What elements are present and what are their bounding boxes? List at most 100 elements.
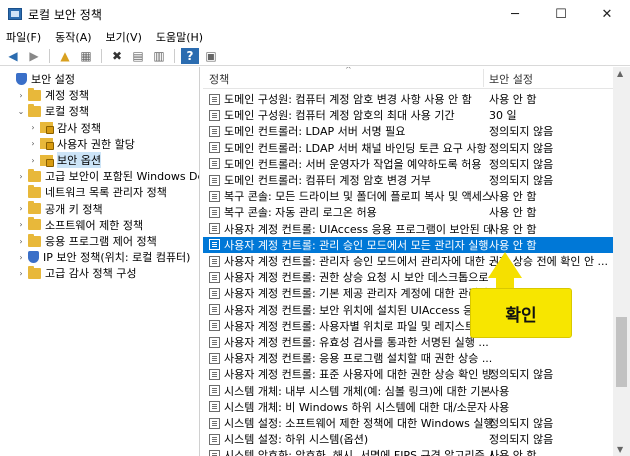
table-row[interactable]: 사용자 계정 컨트롤: UIAccess 응용 프로그램이 보안된 데스... 사…: [203, 221, 613, 237]
policy-name: 복구 콘솔: 모든 드라이브 및 폴더에 플로피 복사 및 액세스 ...: [224, 190, 492, 204]
lock-folder-icon: [40, 122, 54, 135]
close-button[interactable]: ✕: [584, 0, 630, 28]
table-row[interactable]: 복구 콘솔: 자동 관리 로그온 허용 사용 안 함: [203, 204, 613, 220]
table-row[interactable]: 시스템 설정: 하위 시스템(옵션) 정의되지 않음: [203, 431, 613, 447]
chevron-right-icon[interactable]: ›: [16, 172, 26, 181]
chevron-down-icon[interactable]: ⌄: [16, 107, 26, 116]
policy-name: 도메인 구성원: 컴퓨터 계정 암호의 최대 사용 기간: [224, 109, 455, 123]
table-row[interactable]: 사용자 계정 컨트롤: 관리 승인 모드에서 모든 관리자 실행 사용 안 함: [203, 236, 613, 253]
tree-node[interactable]: › 공개 키 정책: [16, 201, 103, 217]
table-row[interactable]: 사용자 계정 컨트롤: 응용 프로그램 설치할 때 권한 상승 ...: [203, 350, 613, 366]
tree-node-label: 사용자 권한 할당: [57, 137, 135, 151]
table-row[interactable]: 도메인 컨트롤러: 컴퓨터 계정 암호 변경 거부 정의되지 않음: [203, 172, 613, 188]
policy-name: 도메인 컨트롤러: 서버 운영자가 작업을 예약하도록 허용: [224, 157, 482, 171]
properties-icon[interactable]: ▤: [129, 48, 147, 64]
chevron-right-icon[interactable]: ›: [16, 220, 26, 229]
chevron-right-icon[interactable]: ›: [28, 123, 38, 132]
folder-icon: [28, 103, 41, 117]
chevron-right-icon[interactable]: ›: [16, 253, 26, 262]
chevron-right-icon[interactable]: ›: [28, 139, 38, 148]
up-folder-icon[interactable]: ▲: [56, 48, 74, 64]
list-header: ^ 정책 보안 설정: [203, 67, 630, 89]
tree-node[interactable]: › IP 보안 정책(위치: 로컬 컴퓨터): [16, 249, 190, 265]
policy-setting: 사용 안 함: [489, 238, 537, 252]
table-row[interactable]: 사용자 계정 컨트롤: 표준 사용자에 대한 권한 상승 확인 방법 정의되지 않…: [203, 366, 613, 382]
tree-node[interactable]: ⌄ 로컬 정책: [16, 103, 89, 119]
shield-icon: [28, 251, 39, 264]
table-row[interactable]: 시스템 개체: 내부 시스템 개체(예: 심볼 링크)에 대한 기본 ... 사용: [203, 383, 613, 399]
policy-icon: [209, 239, 220, 251]
tree-pane: 보안 설정 › 계정 정책 ⌄ 로컬 정책 › 감사 정책 › 사용자 권한 할당 › 보안 옵션 ›…: [0, 67, 200, 456]
folder-icon: [28, 201, 41, 215]
scroll-thumb[interactable]: [616, 317, 627, 387]
toolbar: ◀ ▶ ▲ ▦ ✖ ▤ ▥ ? ▣: [0, 46, 630, 66]
tree-node[interactable]: › 고급 보안이 포함된 Windows Defende: [16, 168, 199, 184]
policy-name: 도메인 구성원: 컴퓨터 계정 암호 변경 사항 사용 안 함: [224, 93, 472, 106]
table-row[interactable]: 시스템 설정: 소프트웨어 제한 정책에 대한 Windows 실행 ... 정의…: [203, 415, 613, 431]
tree-node[interactable]: › 보안 옵션: [28, 152, 101, 168]
lock-folder-icon: [40, 154, 54, 167]
title-bar: 로컬 보안 정책 ─ ☐ ✕: [0, 0, 630, 28]
policy-icon: [209, 109, 220, 121]
policy-setting: 정의되지 않음: [489, 433, 554, 447]
table-row[interactable]: 사용자 계정 컨트롤: 권한 상승 요청 시 보안 데스크톱으로 ...: [203, 269, 613, 285]
chevron-right-icon[interactable]: ›: [16, 91, 26, 100]
policy-icon: [209, 93, 220, 105]
chevron-right-icon[interactable]: ›: [16, 237, 26, 246]
chevron-right-icon[interactable]: ›: [28, 156, 38, 165]
column-divider[interactable]: [483, 69, 484, 87]
table-row[interactable]: 시스템 암호화: 암호화, 해시, 서명에 FIPS 규격 알고리즘 사용 사용 …: [203, 447, 613, 456]
tree-node-label: IP 보안 정책(위치: 로컬 컴퓨터): [43, 251, 191, 265]
menu-action[interactable]: 동작(A): [55, 29, 91, 45]
table-row[interactable]: 도메인 컨트롤러: LDAP 서버 채널 바인딩 토큰 요구 사항 정의되지 않음: [203, 140, 613, 156]
table-row[interactable]: 시스템 개체: 비 Windows 하위 시스템에 대한 대/소문자 구 ...…: [203, 399, 613, 415]
chevron-right-icon[interactable]: ›: [16, 204, 26, 213]
tree-node-label: 보안 설정: [31, 73, 75, 86]
help-icon[interactable]: ?: [181, 47, 199, 64]
toolbar-separator: [49, 48, 50, 63]
back-arrow-icon[interactable]: ◀: [4, 48, 22, 64]
menu-file[interactable]: 파일(F): [6, 29, 41, 45]
policy-setting: 정의되지 않음: [489, 157, 554, 171]
toolbar-separator: [101, 48, 102, 63]
minimize-button[interactable]: ─: [492, 0, 538, 28]
tree-node[interactable]: 보안 설정: [4, 71, 75, 87]
tree-node[interactable]: › 사용자 권한 할당: [28, 136, 135, 152]
policy-icon: [209, 352, 220, 364]
table-row[interactable]: 도메인 구성원: 컴퓨터 계정 암호의 최대 사용 기간 30 일: [203, 107, 613, 123]
policy-setting: 사용 안 함: [489, 222, 537, 236]
policy-name: 사용자 계정 컨트롤: 관리자 승인 모드에서 관리자에 대한 ...: [224, 255, 492, 268]
forward-arrow-icon[interactable]: ▶: [25, 48, 43, 64]
tree-node[interactable]: › 감사 정책: [28, 120, 101, 136]
table-row[interactable]: 사용자 계정 컨트롤: 관리자 승인 모드에서 관리자에 대한 ... 권한 상승…: [203, 253, 613, 269]
view-icon[interactable]: ▣: [202, 48, 220, 64]
menu-help[interactable]: 도움말(H): [156, 29, 203, 45]
scroll-down-icon[interactable]: ▼: [617, 445, 623, 454]
maximize-button[interactable]: ☐: [538, 0, 584, 28]
chevron-right-icon[interactable]: ›: [16, 269, 26, 278]
show-hide-tree-icon[interactable]: ▦: [77, 48, 95, 64]
tree-node[interactable]: › 계정 정책: [16, 87, 89, 103]
table-row[interactable]: 복구 콘솔: 모든 드라이브 및 폴더에 플로피 복사 및 액세스 ... 사용 …: [203, 188, 613, 204]
policy-icon: [209, 433, 220, 445]
policy-icon: [209, 417, 220, 429]
policy-icon: [209, 271, 220, 283]
tree-node-label: 공개 키 정책: [45, 202, 103, 216]
column-header-policy[interactable]: 정책: [209, 71, 229, 87]
export-list-icon[interactable]: ▥: [150, 48, 168, 64]
folder-icon: [28, 168, 41, 182]
column-header-setting[interactable]: 보안 설정: [489, 71, 533, 87]
vertical-scrollbar[interactable]: ▲ ▼: [613, 67, 630, 456]
delete-icon[interactable]: ✖: [108, 48, 126, 64]
table-row[interactable]: 도메인 컨트롤러: 서버 운영자가 작업을 예약하도록 허용 정의되지 않음: [203, 156, 613, 172]
table-row[interactable]: 도메인 컨트롤러: LDAP 서버 서명 필요 정의되지 않음: [203, 123, 613, 139]
tree-node[interactable]: › 고급 감사 정책 구성: [16, 265, 136, 281]
tree-node[interactable]: › 소프트웨어 제한 정책: [16, 217, 143, 233]
table-row[interactable]: 도메인 구성원: 컴퓨터 계정 암호 변경 사항 사용 안 함 사용 안 함: [203, 91, 613, 107]
policy-name: 시스템 설정: 하위 시스템(옵션): [224, 433, 369, 447]
scroll-up-icon[interactable]: ▲: [617, 69, 623, 78]
sort-indicator-icon: ^: [345, 67, 352, 74]
tree-node[interactable]: › 응용 프로그램 제어 정책: [16, 233, 157, 249]
menu-view[interactable]: 보기(V): [106, 29, 142, 45]
tree-node[interactable]: 네트워크 목록 관리자 정책: [16, 184, 167, 200]
